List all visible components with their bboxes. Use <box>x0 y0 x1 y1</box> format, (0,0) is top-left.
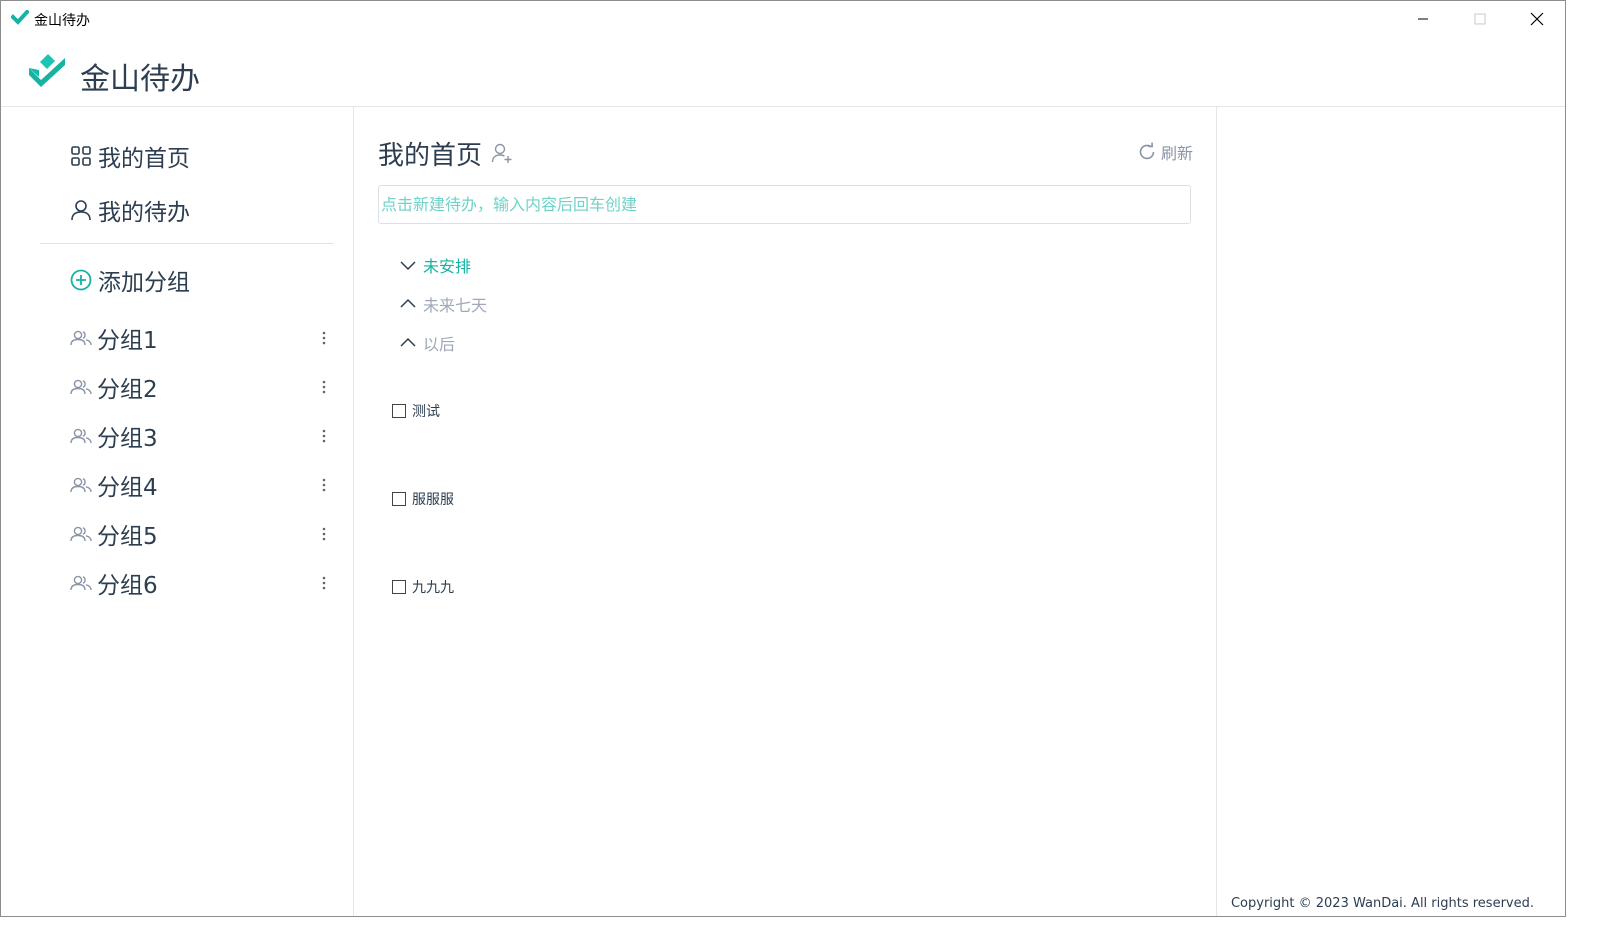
nav-item-my-todos[interactable]: 我的待办 <box>70 194 190 226</box>
brand-logo-icon <box>29 54 65 87</box>
section-later[interactable]: 以后 <box>400 331 455 355</box>
group-label: 分组5 <box>97 524 158 550</box>
nav-item-home[interactable]: 我的首页 <box>70 140 190 172</box>
group-label: 分组2 <box>97 377 158 403</box>
group-item-4[interactable]: 分组4 <box>70 469 332 501</box>
todo-item: 九九九 <box>392 577 454 597</box>
refresh-button[interactable]: 刷新 <box>1137 140 1193 164</box>
todo-checkbox[interactable] <box>392 580 406 594</box>
chevron-up-icon <box>400 337 416 347</box>
app-header: 金山待办 <box>1 37 1565 107</box>
main-panel: 我的首页 刷新 未安排 未来七天 以后 测试 <box>354 107 1217 916</box>
add-group-button[interactable]: 添加分组 <box>70 264 190 296</box>
group-label: 分组3 <box>97 426 158 452</box>
section-label: 未安排 <box>423 257 472 276</box>
todo-item: 测试 <box>392 401 440 421</box>
section-label: 未来七天 <box>423 296 488 315</box>
close-button[interactable] <box>1509 1 1565 37</box>
more-vertical-icon[interactable] <box>316 424 332 448</box>
chevron-up-icon <box>400 298 416 308</box>
users-icon <box>70 526 92 542</box>
group-item-6[interactable]: 分组6 <box>70 567 332 599</box>
group-item-2[interactable]: 分组2 <box>70 371 332 403</box>
maximize-icon <box>1474 13 1486 25</box>
window-title: 金山待办 <box>34 13 90 29</box>
refresh-label: 刷新 <box>1160 144 1193 163</box>
copyright-text: Copyright © 2023 WanDai. All rights rese… <box>1230 896 1534 911</box>
app-check-icon <box>11 10 29 25</box>
todo-text: 服服服 <box>412 492 454 508</box>
detail-panel: Copyright © 2023 WanDai. All rights rese… <box>1217 107 1565 916</box>
todo-checkbox[interactable] <box>392 404 406 418</box>
refresh-icon <box>1139 142 1155 160</box>
todo-item: 服服服 <box>392 489 454 509</box>
group-label: 分组6 <box>97 573 158 599</box>
app-window: 金山待办 金山待办 我的首页 我的待办 添加分组 分组1 分组2 分组3 分组4… <box>0 0 1566 917</box>
todo-text: 测试 <box>412 404 440 420</box>
brand-title: 金山待办 <box>80 62 200 97</box>
new-todo-input[interactable] <box>378 185 1191 224</box>
section-label: 以后 <box>423 335 456 354</box>
add-user-icon[interactable] <box>491 142 513 164</box>
section-next-seven-days[interactable]: 未来七天 <box>400 292 487 316</box>
group-item-3[interactable]: 分组3 <box>70 420 332 452</box>
group-label: 分组1 <box>97 328 158 354</box>
user-icon <box>71 200 91 221</box>
chevron-down-icon <box>400 261 416 271</box>
more-vertical-icon[interactable] <box>316 571 332 595</box>
more-vertical-icon[interactable] <box>316 326 332 350</box>
group-label: 分组4 <box>97 475 158 501</box>
more-vertical-icon[interactable] <box>316 522 332 546</box>
todo-text: 九九九 <box>412 580 454 596</box>
grid-icon <box>71 146 91 166</box>
minimize-button[interactable] <box>1395 1 1451 37</box>
minimize-icon <box>1418 18 1428 20</box>
group-item-5[interactable]: 分组5 <box>70 518 332 550</box>
section-unscheduled[interactable]: 未安排 <box>400 253 471 277</box>
close-icon <box>1530 12 1544 26</box>
page-title: 我的首页 <box>378 141 483 171</box>
plus-circle-icon <box>70 269 92 291</box>
nav-item-label: 我的待办 <box>98 200 190 226</box>
add-group-label: 添加分组 <box>98 270 190 296</box>
more-vertical-icon[interactable] <box>316 473 332 497</box>
users-icon <box>70 575 92 591</box>
more-vertical-icon[interactable] <box>316 375 332 399</box>
sidebar: 我的首页 我的待办 添加分组 分组1 分组2 分组3 分组4 分组5 分组6 <box>1 107 354 916</box>
users-icon <box>70 428 92 444</box>
users-icon <box>70 477 92 493</box>
title-bar[interactable]: 金山待办 <box>1 1 1565 37</box>
todo-checkbox[interactable] <box>392 492 406 506</box>
sidebar-divider <box>40 243 334 244</box>
users-icon <box>70 379 92 395</box>
users-icon <box>70 330 92 346</box>
group-item-1[interactable]: 分组1 <box>70 322 332 354</box>
nav-item-label: 我的首页 <box>98 146 190 172</box>
maximize-button[interactable] <box>1452 1 1508 37</box>
